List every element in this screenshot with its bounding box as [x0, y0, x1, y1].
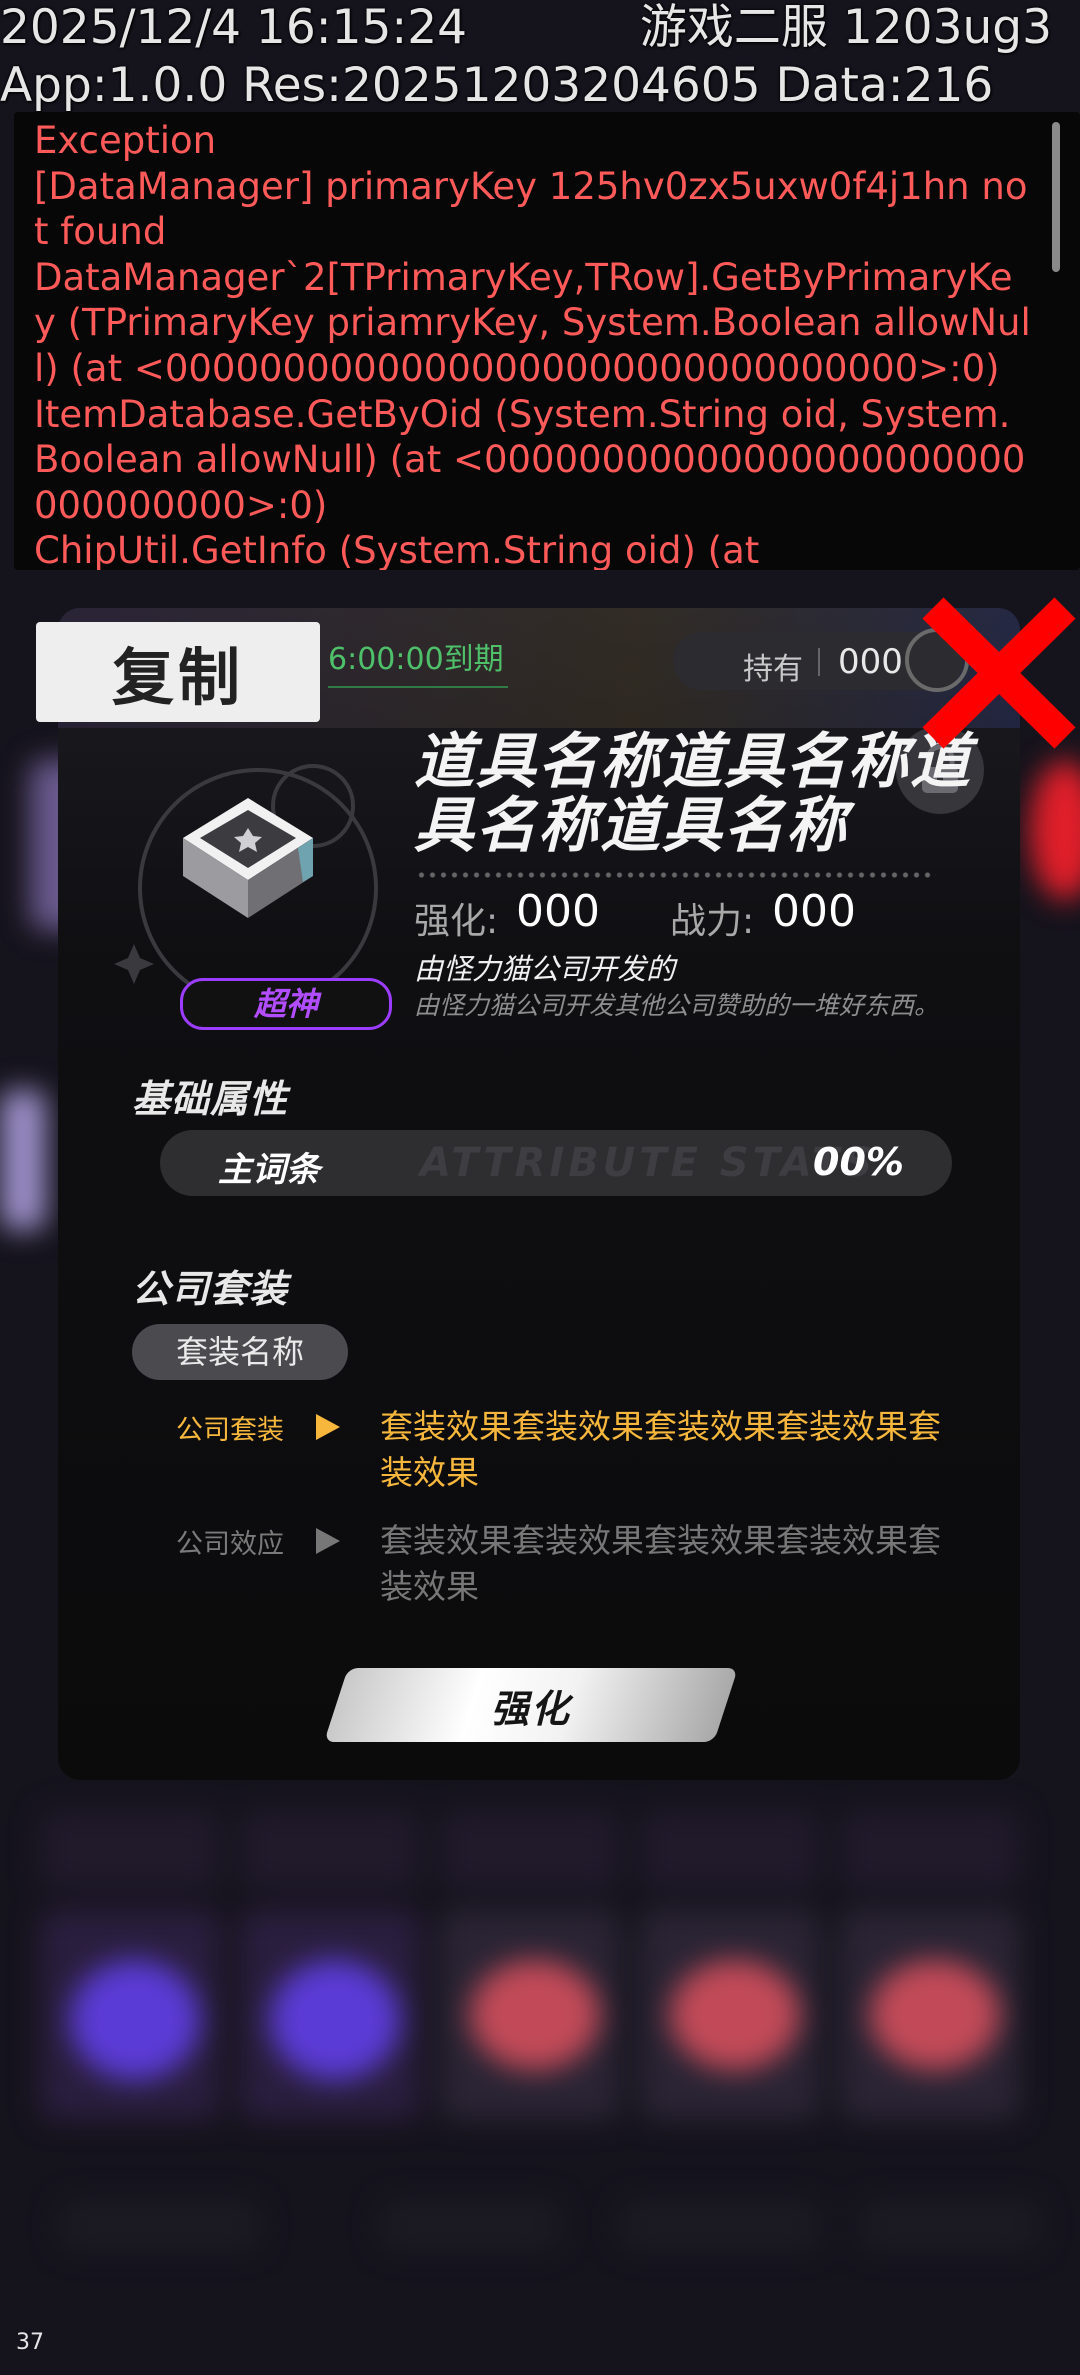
play-arrow-icon	[316, 1414, 340, 1440]
item-name: 道具名称道具名称道具名称道具名称	[414, 727, 972, 861]
rarity-badge: 超神	[180, 978, 392, 1030]
enhance-button[interactable]: 强化	[323, 1668, 739, 1742]
item-detail-panel: 6:00:00到期 持有 000 超神 道具名称道具名称道具名称道具名称 强化:…	[58, 608, 1020, 1780]
close-icon[interactable]	[905, 590, 1080, 755]
debug-version: App:1.0.0 Res:20251203204605 Data:216	[0, 58, 994, 113]
debug-datetime: 2025/12/4 16:15:24	[0, 0, 468, 55]
hold-divider	[818, 648, 820, 676]
company-suit-title: 公司套装	[132, 1267, 289, 1311]
main-attribute-value: 00%	[813, 1140, 904, 1184]
suit-effect-label: 公司套装	[176, 1415, 284, 1446]
main-attribute-label: 主词条	[218, 1150, 320, 1190]
item-description: 由怪力猫公司开发其他公司赞助的一堆好东西。	[414, 991, 940, 1020]
console-scrollbar[interactable]	[1052, 122, 1060, 272]
hold-value: 000	[838, 642, 903, 682]
basic-attributes-title: 基础属性	[132, 1077, 289, 1121]
item-origin: 由怪力猫公司开发的	[414, 952, 676, 986]
power-label: 战力:	[670, 901, 755, 942]
name-divider	[416, 871, 936, 879]
fps-counter: 37	[16, 2330, 44, 2355]
company-effect-text: 套装效果套装效果套装效果套装效果套装效果	[380, 1521, 941, 1606]
exception-text: Exception [DataManager] primaryKey 125hv…	[34, 119, 1031, 570]
expire-timer: 6:00:00到期	[328, 634, 508, 688]
exception-console[interactable]: Exception [DataManager] primaryKey 125hv…	[14, 112, 1080, 570]
copy-button[interactable]: 复制	[36, 622, 320, 722]
suit-name-tag[interactable]: 套装名称	[132, 1324, 348, 1380]
strength-value: 000	[516, 886, 600, 937]
main-attribute-row: ATTRIBUTE STATS 主词条 00%	[160, 1130, 952, 1196]
debug-server: 游戏二服 1203ug3	[639, 0, 1052, 55]
enhance-button-label: 强化	[490, 1686, 571, 1731]
chip-item-icon	[114, 764, 378, 1008]
power-value: 000	[772, 886, 856, 937]
strength-label: 强化:	[414, 901, 499, 942]
play-arrow-icon	[316, 1528, 340, 1554]
main-attribute-watermark: ATTRIBUTE STATS	[420, 1140, 877, 1186]
hold-label: 持有	[743, 652, 803, 687]
company-effect-label: 公司效应	[176, 1529, 284, 1560]
suit-effect-text: 套装效果套装效果套装效果套装效果套装效果	[380, 1407, 941, 1492]
